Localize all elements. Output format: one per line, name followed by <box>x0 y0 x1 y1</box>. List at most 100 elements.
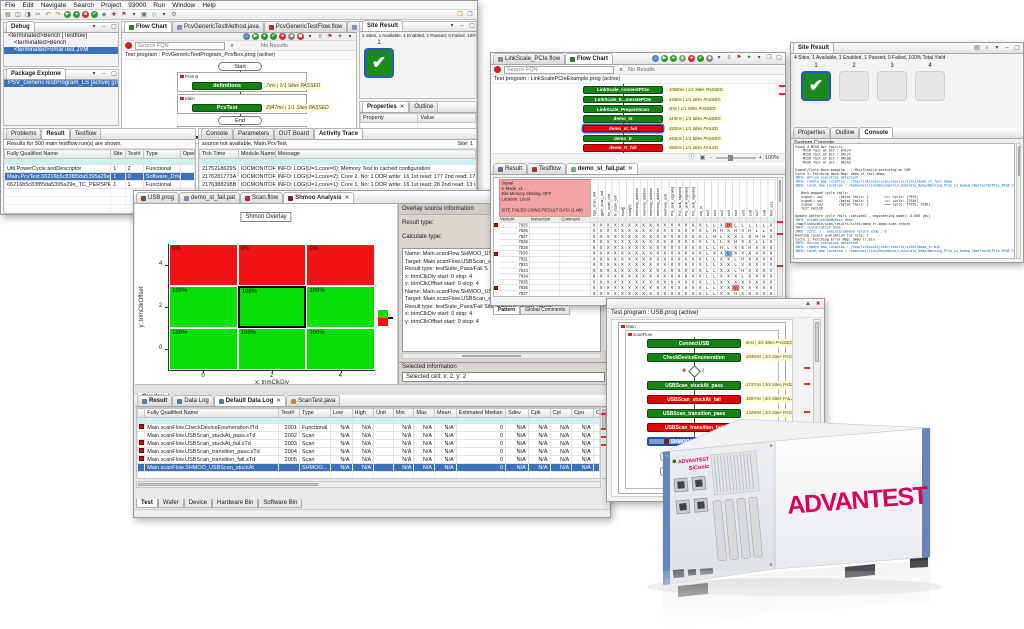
tab-pcvgenerictestflow-flow[interactable]: PcvGenericTestFlow.flow <box>264 21 348 32</box>
tab-shmoo-analysis[interactable]: Shmoo Analysis✕ <box>283 192 354 203</box>
info-hscroll[interactable] <box>402 353 601 359</box>
pattern-vscroll[interactable] <box>777 177 783 297</box>
console-scrollbar[interactable] <box>1016 143 1021 259</box>
col-cpl[interactable]: Cpl <box>550 409 572 418</box>
col-unit[interactable]: Unit <box>374 409 394 418</box>
view-menu-icon[interactable]: ▾ <box>448 22 456 30</box>
run-icon[interactable]: ▶ <box>64 11 71 18</box>
flow-node-definitions[interactable]: definitions <box>192 82 262 90</box>
col-max[interactable]: Max <box>414 409 435 418</box>
signal-col-gpio-scan-out[interactable]: gpio_scan_out <box>598 179 605 217</box>
menu-navigate[interactable]: Navigate <box>41 2 67 9</box>
list-icon[interactable]: ≡ <box>725 54 733 62</box>
table-row[interactable]: 2175218629SIOCMONITORINFO: LOG(U=1,core=… <box>200 165 476 173</box>
shmoo-cell-x2-y2[interactable]: 100% <box>238 286 307 328</box>
signal-col-hpp-scan-out[interactable]: hpp_scan_out <box>591 179 598 217</box>
tab-demo-st-fail-pat[interactable]: demo_st_fail.pat✕ <box>566 163 638 174</box>
search-icon[interactable]: ⌕ <box>228 42 236 50</box>
col-mean[interactable]: Mean <box>435 409 457 418</box>
tab-linkscale-pcie-flow[interactable]: LinkScale_PCIe.flow <box>493 53 565 64</box>
search-input[interactable]: Search FQN <box>135 42 225 50</box>
check-icon[interactable]: ✔ <box>270 33 277 40</box>
tab-pattern[interactable]: Pattern <box>493 307 520 315</box>
flag-icon[interactable]: ⚑ <box>120 11 128 19</box>
shmoo-cell-x4-y2[interactable]: 100% <box>306 286 375 328</box>
signal-col-so4[interactable]: so4 <box>732 179 739 217</box>
commit-icon[interactable]: ✔ <box>91 11 98 18</box>
project-item[interactable]: PSV_GenericTestProgram_LS [active] [psv_… <box>4 80 118 87</box>
shmoo-cell-x0-y2[interactable]: 100% <box>169 286 238 328</box>
search-input[interactable]: Search FQN <box>504 66 614 74</box>
scroll-up-icon[interactable]: ▲ <box>804 300 812 308</box>
search-icon[interactable]: ⌕ <box>617 66 625 74</box>
continue-icon[interactable]: ● <box>261 33 268 40</box>
tab-demo-st-fail-pat[interactable]: demo_st_fail.pat <box>179 192 240 203</box>
shmoo-cell-x4-y0[interactable]: 100% <box>306 328 375 370</box>
fit-icon[interactable]: ▣ <box>698 154 706 162</box>
col-high[interactable]: High <box>352 409 374 418</box>
site-box-1[interactable]: ✔ <box>801 71 831 101</box>
record-icon[interactable]: ● <box>494 66 501 73</box>
table-icon[interactable]: ▤ <box>973 44 981 52</box>
stop-icon[interactable]: ■ <box>814 300 822 308</box>
next-icon[interactable]: ◦ <box>250 42 258 50</box>
tab-test[interactable]: Test <box>136 499 158 508</box>
home-icon[interactable]: ⌂ <box>652 55 659 62</box>
tab-wafer[interactable]: Wafer <box>158 499 184 508</box>
dropdown-icon[interactable]: ▾ <box>160 11 168 19</box>
flow-node-connectusb[interactable]: ConnectUSB <box>647 339 741 348</box>
tab-scantest-java[interactable]: ScanTest.java <box>286 395 340 406</box>
halt-icon[interactable]: ■ <box>288 33 295 40</box>
debug-item[interactable]: <terminated>Bench <box>4 40 118 47</box>
tab-outline[interactable]: Outline <box>830 127 859 138</box>
signal-col-so5[interactable]: so5 <box>739 179 746 217</box>
home-icon[interactable]: ⌂ <box>243 33 250 40</box>
maximize-icon[interactable]: ▢ <box>1013 44 1021 52</box>
close-icon[interactable]: ✕ <box>628 166 633 172</box>
tab-properties[interactable]: Properties✕ <box>362 101 409 112</box>
signal-col-sout[interactable]: sout[] <box>619 179 626 217</box>
view-menu-icon[interactable]: ▾ <box>90 70 98 78</box>
debug-icon[interactable]: ● <box>73 11 80 18</box>
col-type[interactable]: Type <box>299 409 330 418</box>
add-icon[interactable]: ✚ <box>110 11 118 19</box>
signal-col-so0[interactable]: so0 <box>704 179 711 217</box>
tab-problems[interactable]: Problems <box>6 128 41 139</box>
step-icon[interactable]: ◇ <box>150 11 158 19</box>
highlight-icon[interactable]: ✦ <box>745 54 753 62</box>
tab-site-result[interactable]: Site Result <box>362 20 403 31</box>
stop-icon[interactable]: ■ <box>82 11 89 18</box>
flow-end-node[interactable]: End <box>218 116 262 125</box>
col-operati[interactable]: Operati <box>180 150 194 159</box>
print-icon[interactable]: ◨ <box>24 11 32 19</box>
menu-icon[interactable]: ▾ <box>993 44 1001 52</box>
col-min[interactable]: Min <box>393 409 414 418</box>
maximize-icon[interactable]: ▢ <box>110 23 118 31</box>
col-sdev[interactable]: Sdev <box>506 409 529 418</box>
flow-node-demo-st[interactable]: demo_st <box>583 115 663 123</box>
redo-icon[interactable]: ↷ <box>54 11 62 19</box>
table-row[interactable]: Main.scanFlow.CheckDeviceEnumeration.fTd… <box>138 424 600 432</box>
record-icon[interactable]: ● <box>125 42 132 49</box>
tab-properties[interactable]: Properties <box>793 127 830 138</box>
tab-pcvgenerictestmethod-java[interactable]: PcvGenericTestMethod.java <box>172 21 264 32</box>
selected-cell-value[interactable]: Selected cell: x: 2, y: 2 <box>402 372 605 382</box>
new-file-icon[interactable]: ▤ <box>4 11 12 19</box>
maximize-icon[interactable]: ▢ <box>468 22 476 30</box>
col-estimated-median[interactable]: Estimated Median <box>456 409 506 418</box>
site-box-2[interactable] <box>839 71 869 101</box>
tab-site-result[interactable]: Site Result <box>793 42 834 53</box>
tab-activity-trace[interactable]: Activity Trace <box>314 128 363 139</box>
resume-icon[interactable]: ● <box>670 55 677 62</box>
signal-col-sout-0[interactable]: sout[0] <box>626 179 633 217</box>
stop-flow-icon[interactable]: ● <box>279 33 286 40</box>
col-low[interactable]: Low <box>330 409 352 418</box>
flow-node-demo-st-fail[interactable]: demo_st_fail <box>583 125 663 133</box>
tab-parameters[interactable]: Parameters <box>233 128 274 139</box>
restore-icon[interactable]: ❐ <box>765 54 773 62</box>
highlight-icon[interactable]: ✦ <box>336 33 344 41</box>
col-value[interactable]: Value <box>418 114 476 123</box>
signal-col-pg-ack-signals[interactable]: PG_ack_signals[ <box>669 179 676 217</box>
debug-item[interactable]: <terminated>Bench [Testflow] <box>4 33 118 40</box>
tab-result[interactable]: Result <box>493 163 527 174</box>
